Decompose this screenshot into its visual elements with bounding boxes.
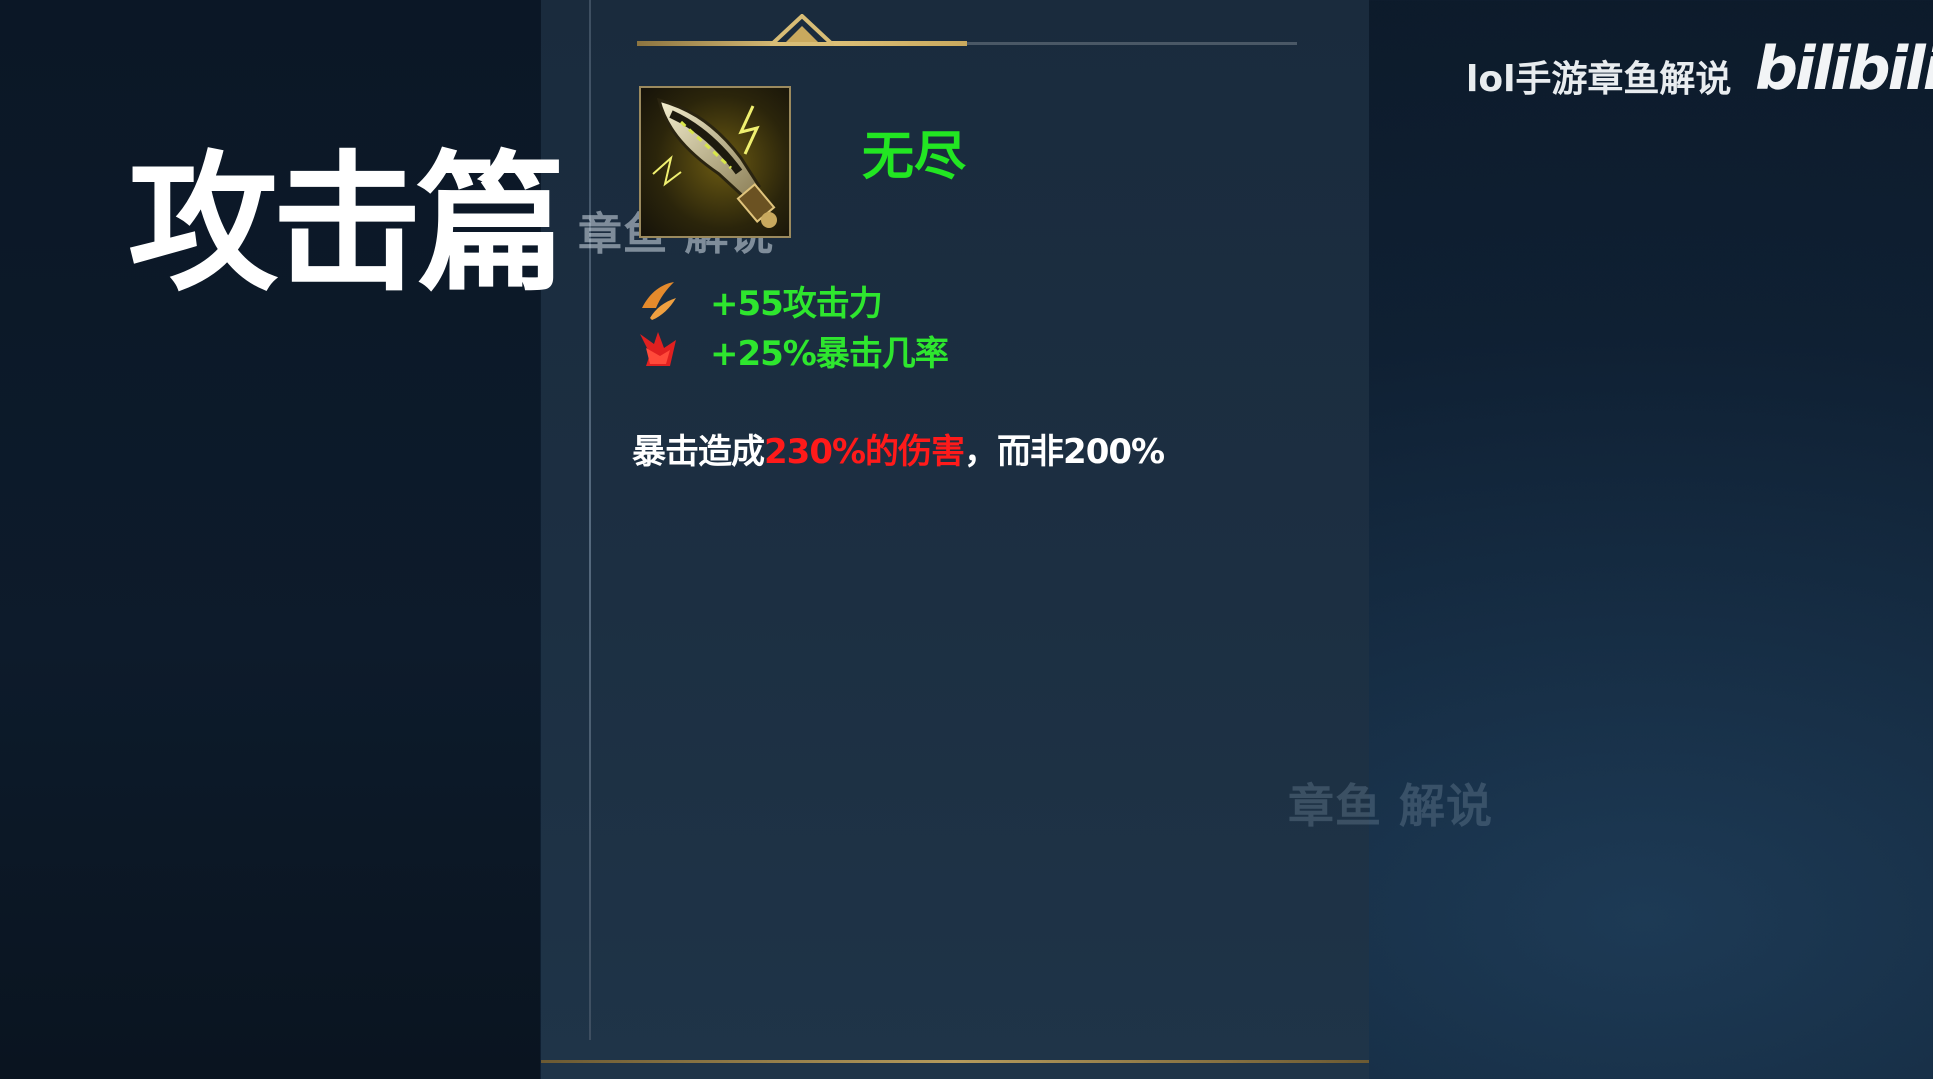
stat-text: +55攻击力: [710, 283, 883, 324]
section-title: 攻击篇: [128, 138, 566, 312]
caret-up-icon: [770, 14, 834, 46]
watermark: 章鱼 解说: [1288, 779, 1494, 833]
item-description: 暴击造成230%的伤害，而非200%: [632, 424, 1165, 473]
panel-vertical-divider: [589, 0, 591, 1040]
attack-damage-icon: [642, 282, 676, 320]
channel-name: lol手游章鱼解说: [1466, 59, 1732, 100]
stat-text: +25%暴击几率: [710, 333, 949, 374]
bilibili-logo: bilibili: [1755, 34, 1933, 104]
sword-icon: [652, 97, 777, 228]
description-highlight: 230%的伤害: [764, 432, 965, 472]
item-name: 无尽: [862, 127, 967, 187]
stat-row: +25%暴击几率: [636, 326, 949, 374]
stat-row: +55攻击力: [636, 276, 883, 324]
description-suffix: ，而非200%: [964, 432, 1165, 472]
description-prefix: 暴击造成: [632, 432, 765, 472]
crit-chance-icon: [640, 332, 676, 366]
item-icon: [639, 86, 791, 238]
panel-bottom-border: [541, 1060, 1369, 1063]
